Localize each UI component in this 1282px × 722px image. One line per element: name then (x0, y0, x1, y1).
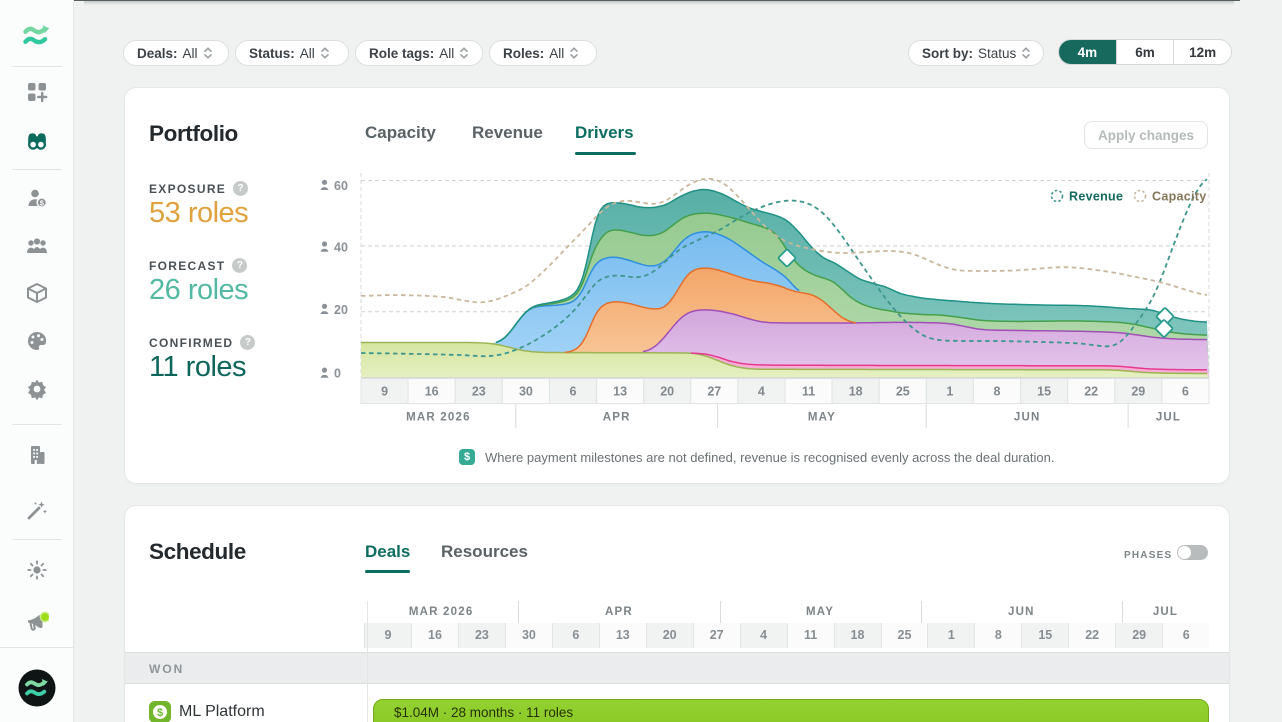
svg-text:20: 20 (660, 385, 674, 399)
svg-text:MAR 2026: MAR 2026 (406, 412, 471, 424)
svg-text:Capacity: Capacity (1152, 190, 1207, 204)
svg-text:20: 20 (334, 303, 348, 317)
svg-text:Revenue: Revenue (1069, 190, 1123, 204)
svg-text:1: 1 (946, 385, 953, 399)
svg-text:JUL: JUL (1156, 412, 1181, 424)
svg-text:16: 16 (425, 385, 439, 399)
svg-text:9: 9 (381, 385, 388, 399)
svg-text:15: 15 (1037, 385, 1051, 399)
svg-text:25: 25 (896, 385, 910, 399)
svg-text:27: 27 (707, 385, 721, 399)
svg-text:60: 60 (334, 179, 348, 193)
svg-text:30: 30 (519, 385, 533, 399)
svg-text:6: 6 (1182, 385, 1189, 399)
svg-text:13: 13 (613, 385, 627, 399)
svg-text:APR: APR (603, 412, 631, 424)
svg-text:$: $ (157, 707, 163, 719)
svg-text:JUN: JUN (1014, 412, 1041, 424)
svg-text:22: 22 (1084, 385, 1098, 399)
svg-text:29: 29 (1131, 385, 1145, 399)
svg-text:40: 40 (334, 241, 348, 255)
svg-text:0: 0 (334, 367, 341, 381)
svg-text:4: 4 (758, 385, 765, 399)
svg-text:11: 11 (802, 385, 815, 399)
svg-text:18: 18 (849, 385, 863, 399)
svg-text:6: 6 (570, 385, 577, 399)
svg-text:MAY: MAY (808, 412, 836, 424)
svg-text:23: 23 (472, 385, 486, 399)
svg-text:8: 8 (994, 385, 1001, 399)
